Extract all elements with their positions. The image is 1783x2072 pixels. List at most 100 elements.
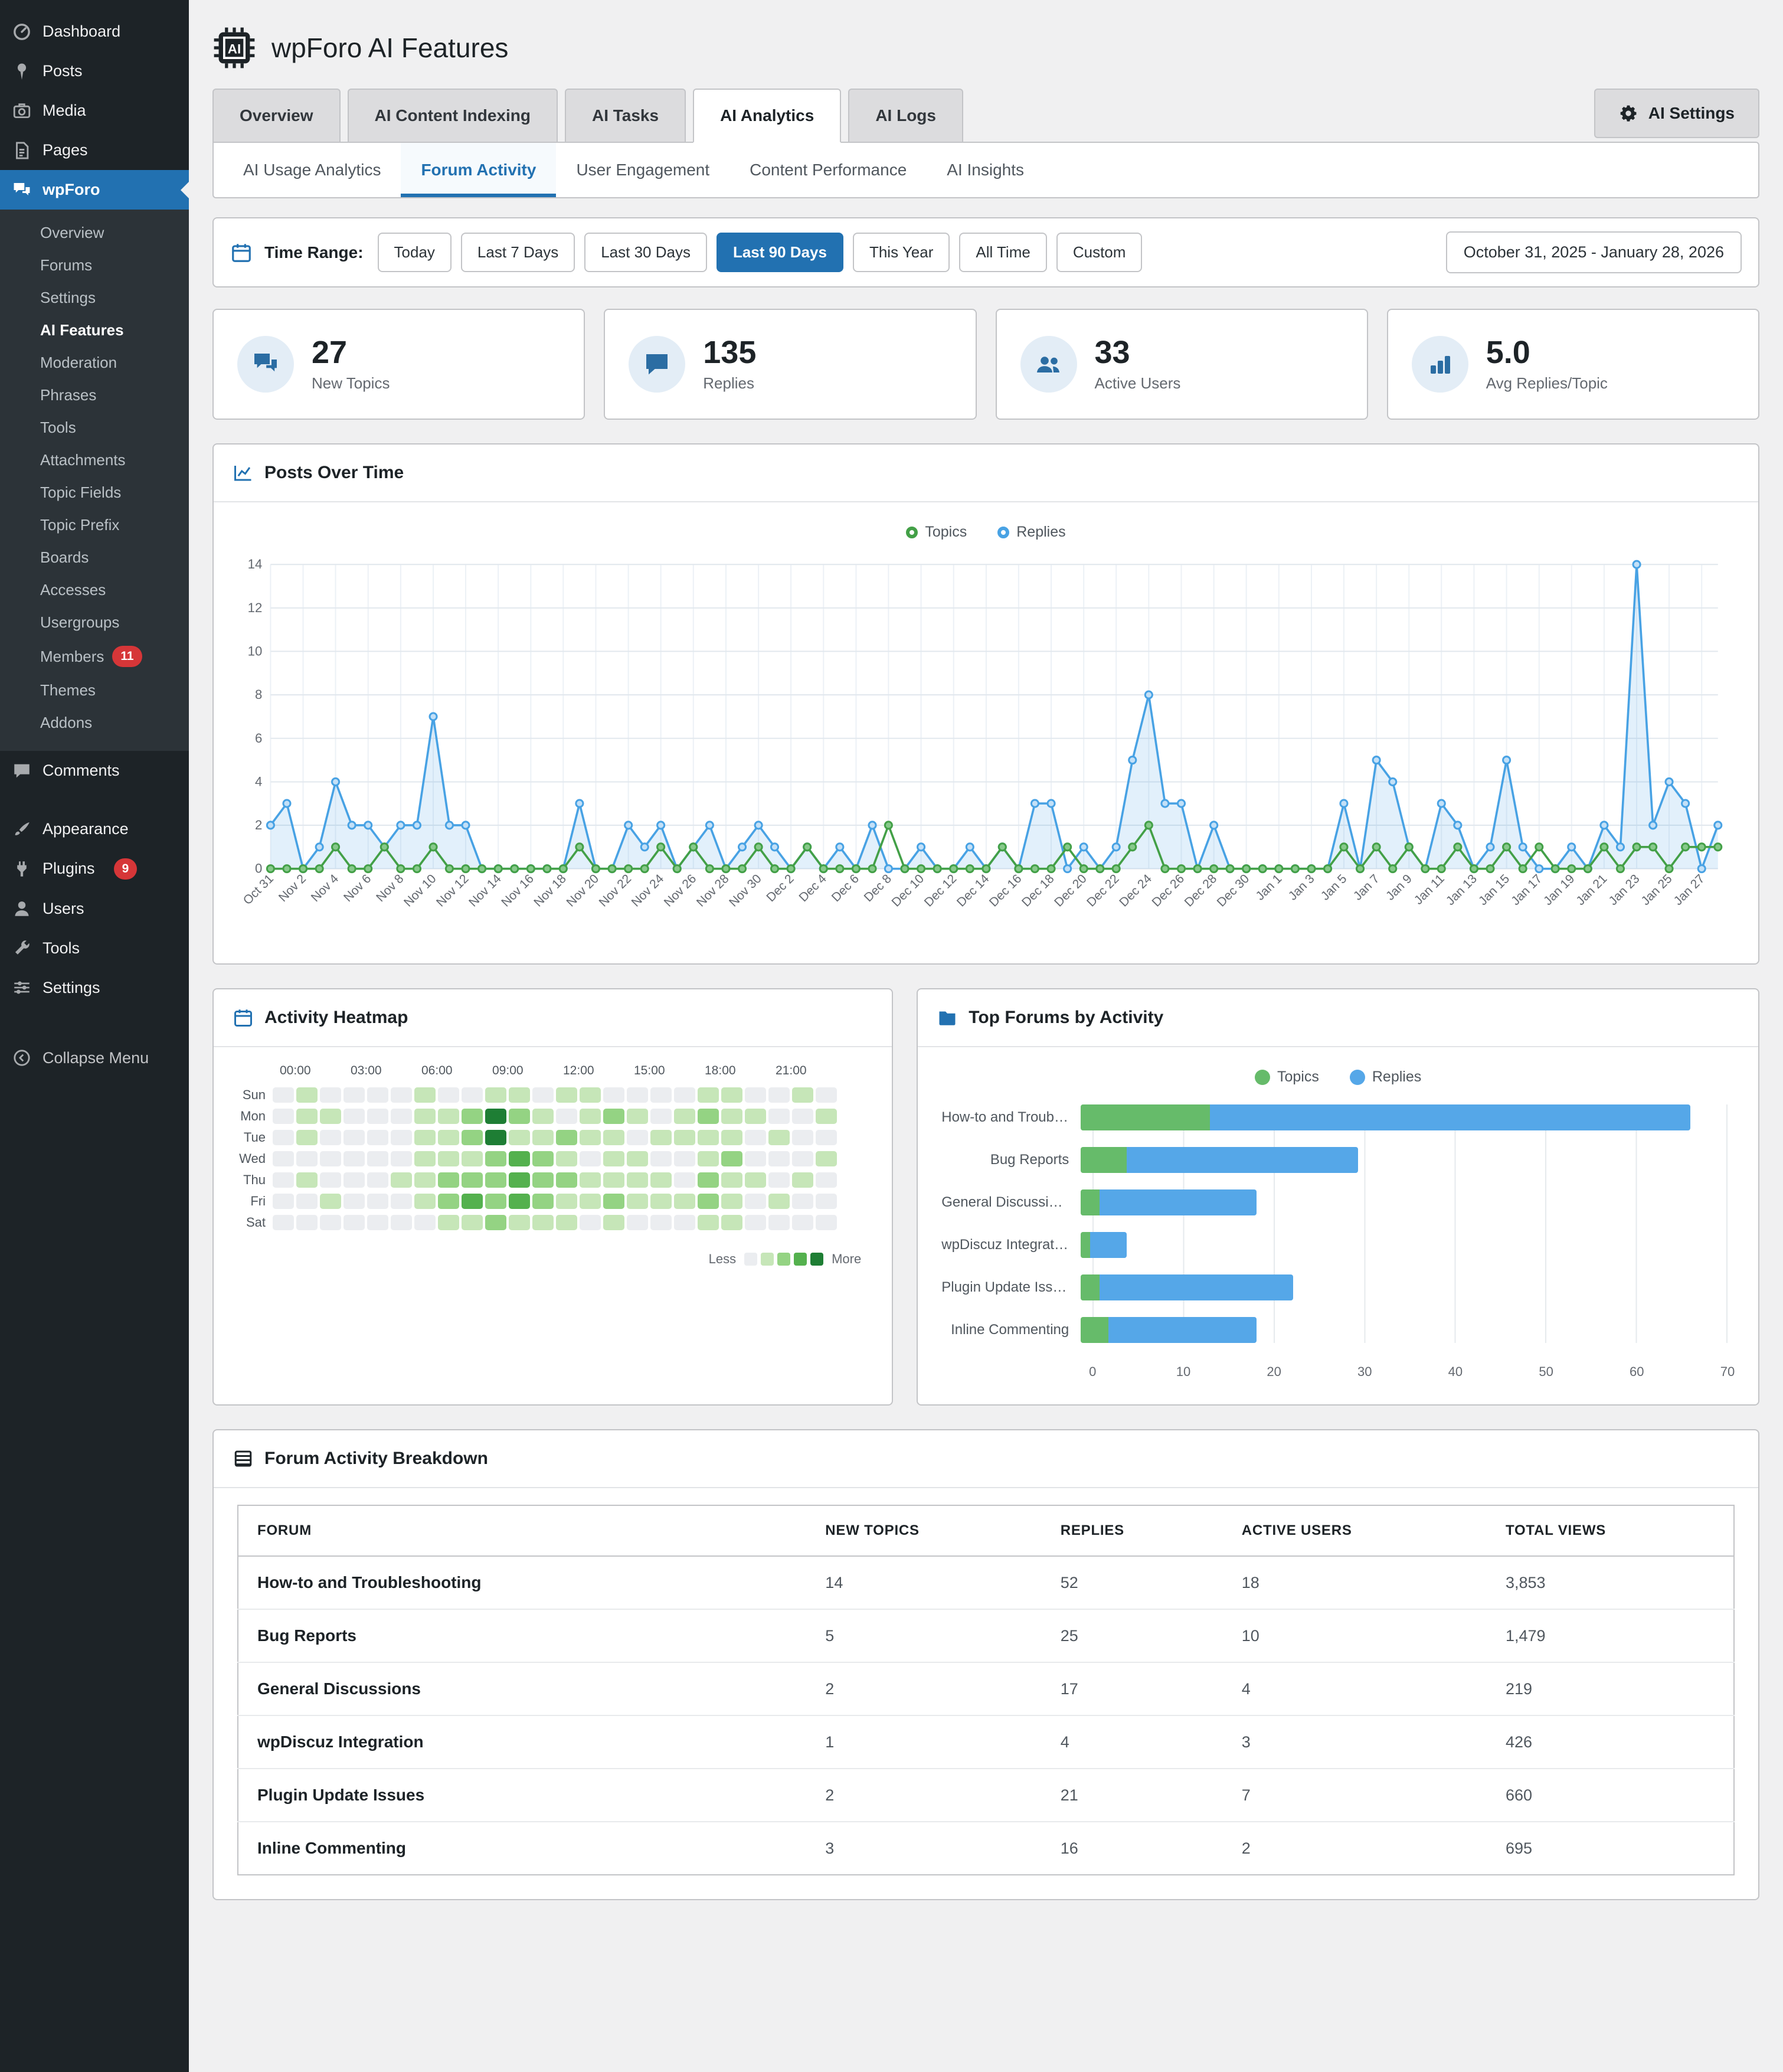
sidebar-subitem-moderation[interactable]: Moderation bbox=[0, 347, 189, 379]
svg-text:Nov 18: Nov 18 bbox=[531, 872, 569, 910]
time-range-custom-button[interactable]: Custom bbox=[1056, 233, 1143, 272]
heatmap-cell bbox=[580, 1151, 601, 1167]
svg-text:Dec 10: Dec 10 bbox=[889, 872, 927, 910]
heatmap-cell bbox=[698, 1172, 719, 1188]
sidebar-item-comments[interactable]: Comments bbox=[0, 751, 189, 790]
cell-forum: Inline Commenting bbox=[257, 1839, 406, 1858]
subtab-ai-usage-analytics[interactable]: AI Usage Analytics bbox=[223, 143, 401, 197]
heatmap-cell bbox=[674, 1130, 695, 1146]
cell-replies: 17 bbox=[1041, 1662, 1223, 1717]
svg-text:Dec 20: Dec 20 bbox=[1052, 872, 1090, 910]
heatmap-cell bbox=[509, 1087, 530, 1103]
activity-heatmap-header: Activity Heatmap bbox=[214, 989, 892, 1048]
column-header-active-users: ACTIVE USERS bbox=[1222, 1505, 1487, 1557]
forum-activity-table: FORUM NEW TOPICS REPLIES ACTIVE USERS TOTAL … bbox=[237, 1505, 1735, 1876]
sidebar-item-appearance[interactable]: Appearance bbox=[0, 809, 189, 849]
time-range-last-7-days-button[interactable]: Last 7 Days bbox=[460, 233, 575, 272]
sidebar-item-users[interactable]: Users bbox=[0, 889, 189, 929]
svg-text:Dec 6: Dec 6 bbox=[829, 872, 862, 904]
heatmap-cell bbox=[296, 1194, 318, 1210]
heatmap-cell bbox=[391, 1087, 412, 1103]
sidebar-subitem-themes[interactable]: Themes bbox=[0, 674, 189, 707]
heatmap-cell bbox=[485, 1194, 506, 1210]
time-range-last-30-days-button[interactable]: Last 30 Days bbox=[584, 233, 707, 272]
heatmap-cell bbox=[792, 1109, 813, 1125]
posts-over-time-legend: Topics Replies bbox=[237, 519, 1735, 548]
sidebar-subitem-accesses[interactable]: Accesses bbox=[0, 574, 189, 606]
heatmap-cell bbox=[768, 1172, 790, 1188]
table-row: How-to and Troubleshooting 14 52 18 3,853 bbox=[238, 1556, 1734, 1610]
heatmap-cell bbox=[367, 1130, 388, 1146]
sidebar-item-pages[interactable]: Pages bbox=[0, 130, 189, 170]
sidebar-subitem-forums[interactable]: Forums bbox=[0, 249, 189, 282]
ai-settings-button[interactable]: AI Settings bbox=[1594, 89, 1759, 138]
heatmap-cell bbox=[485, 1215, 506, 1231]
sidebar-item-posts[interactable]: Posts bbox=[0, 51, 189, 91]
tab-ai-analytics[interactable]: AI Analytics bbox=[693, 89, 842, 143]
heatmap-cell bbox=[273, 1130, 294, 1146]
sidebar-subitem-overview[interactable]: Overview bbox=[0, 217, 189, 249]
time-range-this-year-button[interactable]: This Year bbox=[852, 233, 950, 272]
legend-dot bbox=[997, 526, 1010, 538]
date-range-display[interactable]: October 31, 2025 - January 28, 2026 bbox=[1445, 231, 1742, 273]
sidebar-subitem-addons[interactable]: Addons bbox=[0, 707, 189, 739]
sidebar-subitem-ai-features[interactable]: AI Features bbox=[0, 314, 189, 347]
heatmap-row: Thu bbox=[237, 1172, 868, 1188]
sidebar-item-dashboard[interactable]: Dashboard bbox=[0, 12, 189, 51]
heatmap-cell bbox=[580, 1130, 601, 1146]
subtab-user-engagement[interactable]: User Engagement bbox=[556, 143, 729, 197]
column-header-forum: FORUM bbox=[238, 1505, 807, 1557]
heatmap-cell bbox=[792, 1130, 813, 1146]
sidebar-subitem-settings[interactable]: Settings bbox=[0, 282, 189, 314]
heatmap-cell bbox=[721, 1130, 742, 1146]
svg-text:Dec 24: Dec 24 bbox=[1117, 872, 1154, 910]
subtab-ai-insights[interactable]: AI Insights bbox=[927, 143, 1044, 197]
subtab-content-performance[interactable]: Content Performance bbox=[729, 143, 927, 197]
svg-text:Jan 27: Jan 27 bbox=[1671, 872, 1707, 908]
heatmap-cell bbox=[603, 1194, 624, 1210]
tab-overview[interactable]: Overview bbox=[212, 89, 341, 143]
heatmap-cell bbox=[296, 1215, 318, 1231]
time-range-today-button[interactable]: Today bbox=[377, 233, 452, 272]
sidebar-item-settings[interactable]: Settings bbox=[0, 968, 189, 1008]
sidebar-subitem-boards[interactable]: Boards bbox=[0, 541, 189, 574]
cell-active_users: 2 bbox=[1241, 1839, 1251, 1857]
stat-value: 27 bbox=[312, 335, 348, 371]
sidebar-subitem-topic-fields[interactable]: Topic Fields bbox=[0, 476, 189, 509]
sidebar-item-plugins[interactable]: Plugins 9 bbox=[0, 849, 189, 889]
legend-dot bbox=[1254, 1069, 1270, 1085]
heatmap-cell bbox=[674, 1215, 695, 1231]
legend-topics: Topics bbox=[906, 524, 967, 541]
heatmap-cell bbox=[745, 1130, 766, 1146]
gear-icon bbox=[1619, 104, 1638, 123]
sidebar-subitem-attachments[interactable]: Attachments bbox=[0, 444, 189, 476]
sidebar-item-wpforo[interactable]: wpForo bbox=[0, 170, 189, 210]
heatmap-cell bbox=[532, 1151, 554, 1167]
posts-over-time-chart: 0 2 4 6 8 10 12 14 Oct 31 Nov 2 Nov 4 Nov 6 Nov 8 Nov… bbox=[237, 548, 1735, 940]
heatmap-cell bbox=[273, 1151, 294, 1167]
stat-label: Replies bbox=[703, 374, 754, 392]
sidebar-subitem-usergroups[interactable]: Usergroups bbox=[0, 606, 189, 639]
sidebar-item-media[interactable]: Media bbox=[0, 91, 189, 130]
subtab-forum-activity[interactable]: Forum Activity bbox=[401, 143, 557, 197]
tab-ai-tasks[interactable]: AI Tasks bbox=[564, 89, 686, 143]
legend-topics: Topics bbox=[1254, 1068, 1319, 1086]
tab-ai-content-indexing[interactable]: AI Content Indexing bbox=[347, 89, 558, 143]
heatmap-cell bbox=[414, 1194, 436, 1210]
time-range-all-time-button[interactable]: All Time bbox=[959, 233, 1047, 272]
sidebar-subitem-members[interactable]: Members 11 bbox=[0, 639, 189, 674]
collapse-menu-button[interactable]: Collapse Menu bbox=[0, 1038, 189, 1078]
admin-sidebar: Dashboard Posts Media Pages wpForo Overview Fo… bbox=[0, 0, 189, 2072]
sidebar-item-tools[interactable]: Tools bbox=[0, 929, 189, 968]
tab-ai-logs[interactable]: AI Logs bbox=[848, 89, 963, 143]
heatmap-cell bbox=[391, 1130, 412, 1146]
heatmap-cell bbox=[509, 1130, 530, 1146]
heatmap-cell bbox=[603, 1215, 624, 1231]
cell-forum: wpDiscuz Integration bbox=[238, 1715, 807, 1770]
sidebar-subitem-tools[interactable]: Tools bbox=[0, 411, 189, 444]
sidebar-subitem-topic-prefix[interactable]: Topic Prefix bbox=[0, 509, 189, 541]
time-range-last-90-days-button[interactable]: Last 90 Days bbox=[716, 233, 843, 272]
sidebar-subitem-phrases[interactable]: Phrases bbox=[0, 379, 189, 411]
heatmap-cell bbox=[816, 1172, 837, 1188]
heatmap-cell bbox=[745, 1109, 766, 1125]
